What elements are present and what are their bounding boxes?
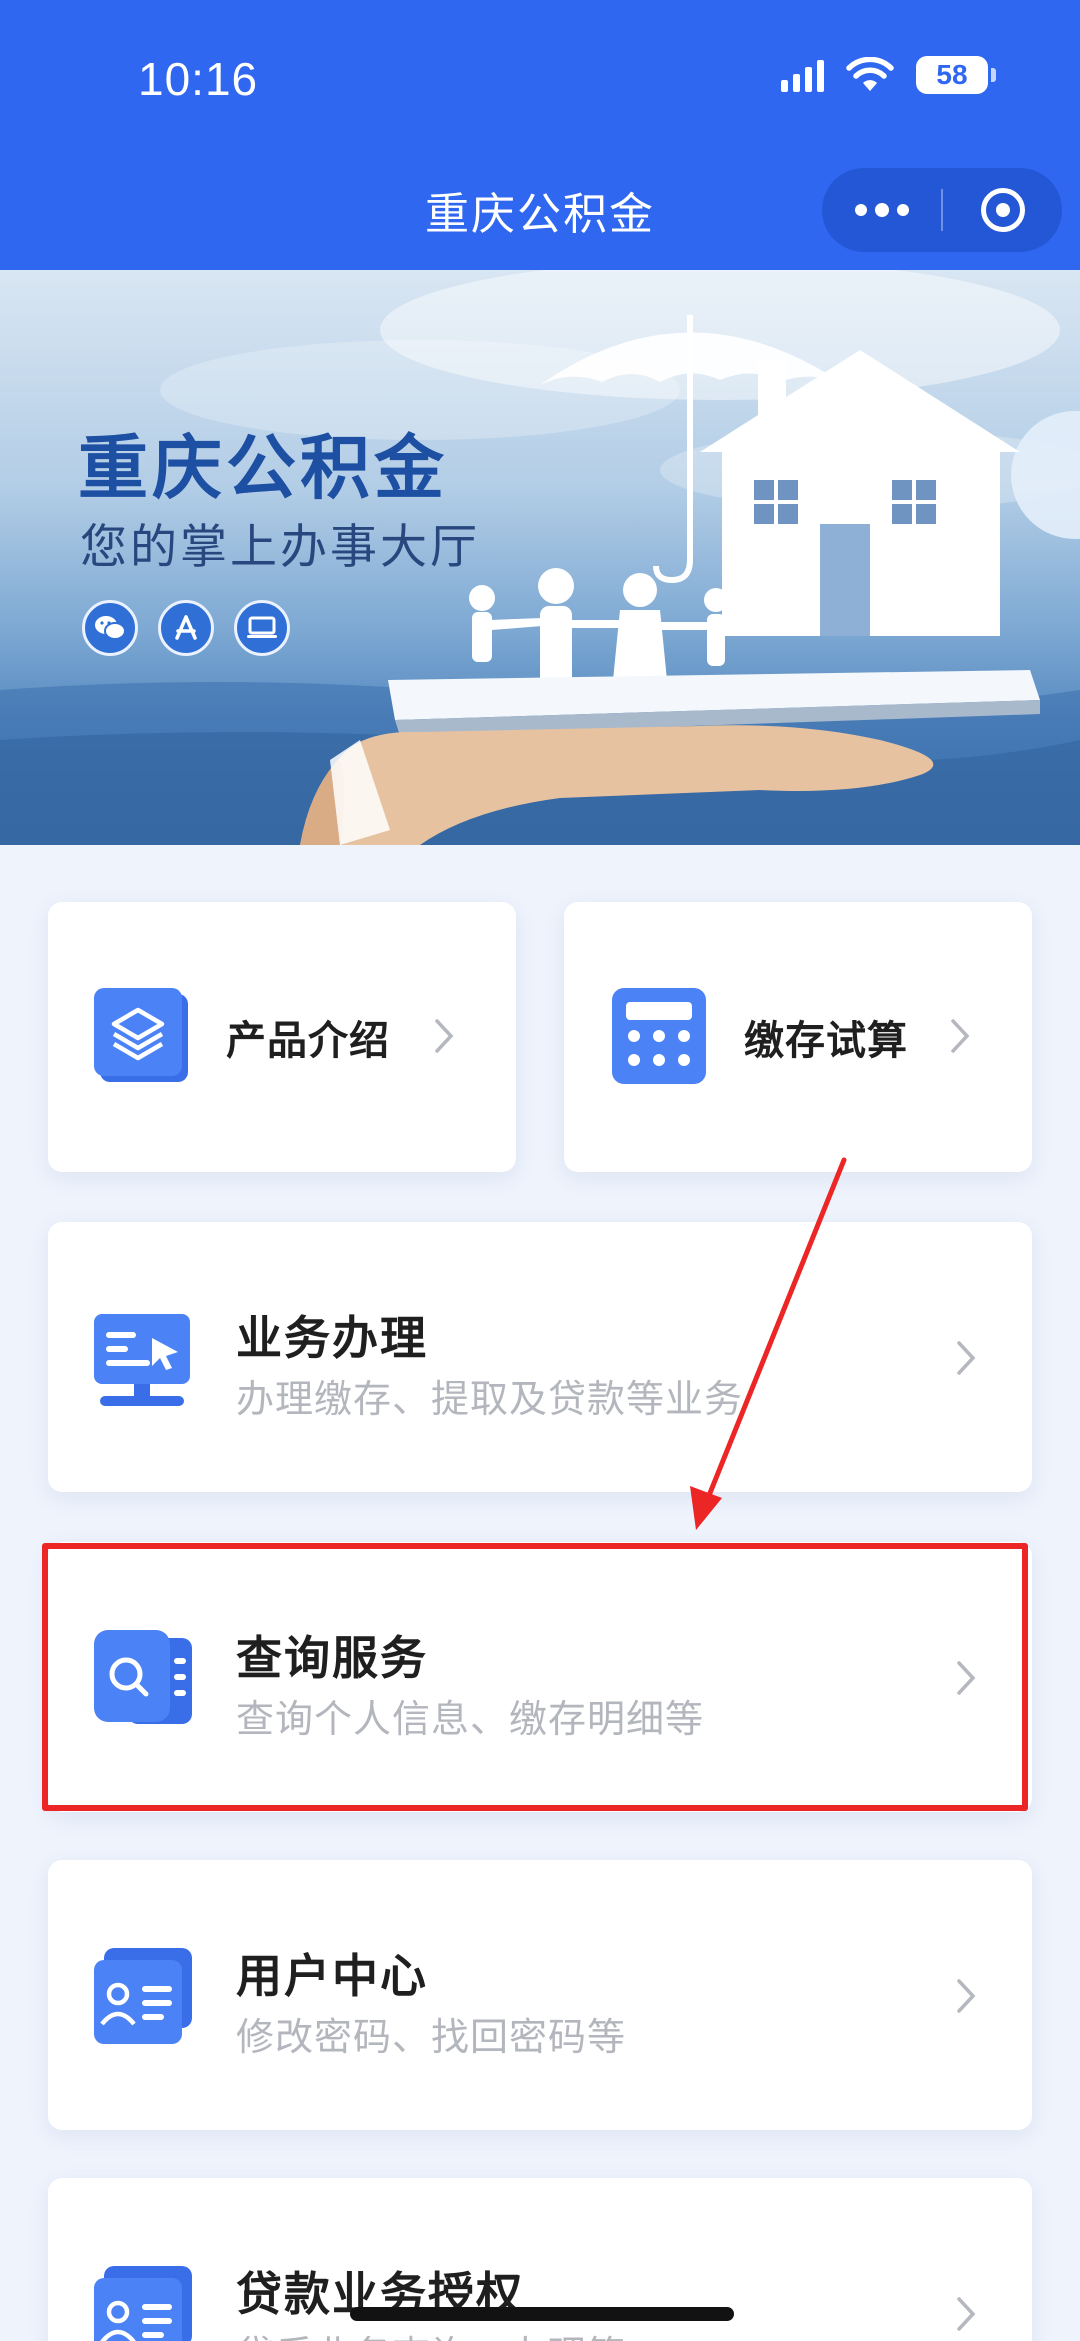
home-indicator xyxy=(350,2307,734,2321)
annotation-arrow xyxy=(690,1157,847,1530)
